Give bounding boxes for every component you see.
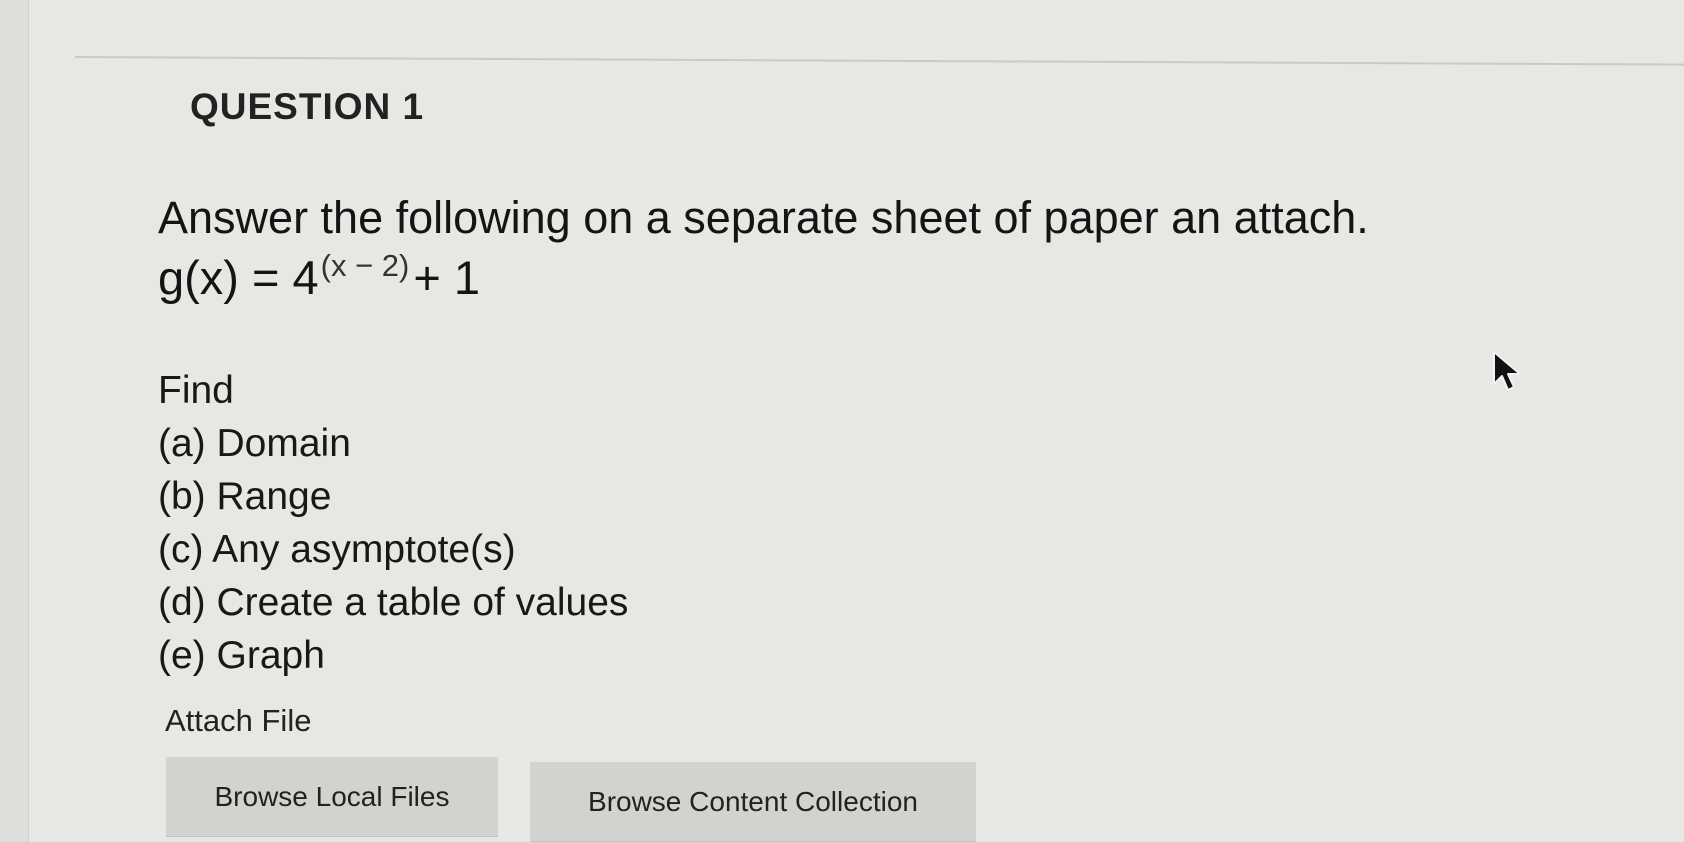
question-divider (74, 56, 1684, 66)
attach-file-label: Attach File (165, 703, 312, 738)
equation-exponent: (x − 2) (320, 248, 410, 283)
question-body: Answer the following on a separate sheet… (158, 192, 1458, 682)
left-gutter (0, 0, 29, 842)
browse-local-files-button[interactable]: Browse Local Files (166, 757, 498, 837)
equation-rhs: + 1 (413, 251, 481, 304)
find-item-graph: (e) Graph (158, 634, 325, 677)
question-heading: QUESTION 1 (190, 86, 425, 127)
find-label: Find (158, 369, 234, 412)
question-instruction: Answer the following on a separate sheet… (158, 192, 1369, 243)
find-list: Find (a) Domain (b) Range (c) Any asympt… (158, 364, 1458, 682)
find-item-domain: (a) Domain (158, 422, 351, 465)
browse-content-collection-button[interactable]: Browse Content Collection (530, 762, 976, 842)
question-equation: g(x) = 4(x − 2)+ 1 (158, 248, 1458, 314)
equation-lhs: g(x) = 4 (158, 251, 319, 304)
find-item-asymptotes: (c) Any asymptote(s) (158, 528, 516, 571)
mouse-pointer-icon (1493, 351, 1521, 391)
find-item-range: (b) Range (158, 475, 332, 518)
find-item-table-of-values: (d) Create a table of values (158, 581, 629, 624)
